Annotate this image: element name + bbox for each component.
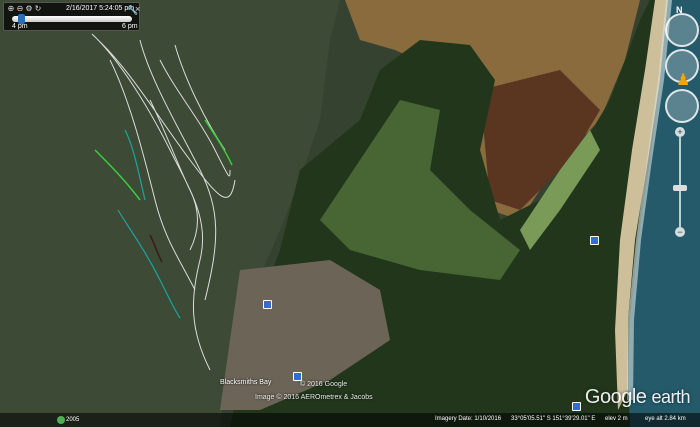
map-pin-icon[interactable] <box>590 236 599 245</box>
map-pin-icon[interactable] <box>263 300 272 309</box>
time-slider-track[interactable] <box>12 16 132 22</box>
eye-altitude: eye alt 2.84 km <box>645 416 686 422</box>
zoom-track <box>679 137 681 227</box>
slider-end-label: 6 pm <box>122 23 138 30</box>
close-icon[interactable]: × <box>135 4 140 14</box>
logo-word-google: Google <box>584 386 647 408</box>
copyright-imagery: Image © 2016 AEROmetrex & Jacobs <box>255 394 373 401</box>
settings-icon[interactable]: ⚙ <box>25 5 33 13</box>
move-joystick-icon[interactable] <box>665 89 699 123</box>
zoom-knob[interactable] <box>673 185 687 191</box>
zoom-in-icon[interactable]: ⊕ <box>7 5 15 13</box>
map-pin-icon[interactable] <box>293 372 302 381</box>
place-label: Blacksmiths Bay <box>220 379 272 386</box>
zoom-minus-icon[interactable]: − <box>675 227 685 237</box>
zoom-out-icon[interactable]: ⊖ <box>16 5 24 13</box>
zoom-plus-icon[interactable]: + <box>675 127 685 137</box>
pegman-icon[interactable]: ♟ <box>676 70 690 90</box>
play-icon[interactable]: ↻ <box>34 5 42 13</box>
satellite-map[interactable] <box>0 0 700 427</box>
coordinates: 33°05'05.51" S 151°39'29.01" E <box>511 416 596 422</box>
status-bar: Imagery Date: 1/10/2016 33°05'05.51" S 1… <box>0 413 700 427</box>
time-slider-panel[interactable]: ⊕ ⊖ ⚙ ↻ 2/16/2017 5:24:05 pm 4 pm 6 pm 🔧… <box>3 2 140 31</box>
historical-imagery-year[interactable]: 2005 <box>66 417 79 423</box>
slider-date-time: 2/16/2017 5:24:05 pm <box>66 5 135 12</box>
map-pin-icon[interactable] <box>572 402 581 411</box>
compass-ring-icon[interactable] <box>665 13 699 47</box>
historical-imagery-icon[interactable] <box>57 416 65 424</box>
logo-word-earth: earth <box>651 387 690 407</box>
slider-start-label: 4 pm <box>12 23 28 30</box>
imagery-date: Imagery Date: 1/10/2016 <box>435 416 502 422</box>
zoom-slider[interactable]: + − <box>673 127 687 237</box>
google-earth-logo: Google earth <box>584 386 691 409</box>
elevation: elev 2 m <box>605 416 628 422</box>
copyright-google: © 2016 Google <box>300 381 348 388</box>
